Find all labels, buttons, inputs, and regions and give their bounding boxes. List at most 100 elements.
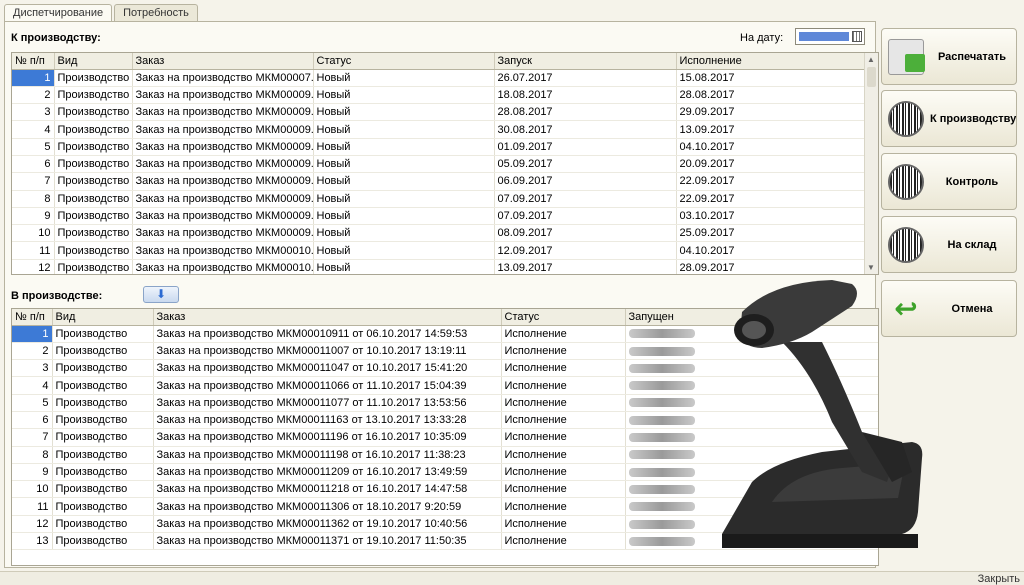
table-row[interactable]: 8 Производство Заказ на производство МКМ00… bbox=[12, 190, 867, 208]
table-cell: 13.09.2017 bbox=[676, 120, 867, 139]
blurred-value bbox=[628, 346, 695, 356]
table-cell: 05.09.2017 bbox=[494, 155, 677, 174]
table-cell: Заказ на производство МКМ00009... bbox=[132, 155, 314, 174]
close-link[interactable]: Закрыть bbox=[978, 573, 1020, 585]
table-cell: Заказ на производство МКМ00010... bbox=[132, 241, 314, 260]
table-cell: 11 bbox=[12, 241, 55, 260]
column-header[interactable]: Заказ bbox=[132, 53, 314, 70]
column-header[interactable]: Статус bbox=[501, 309, 626, 326]
table-row[interactable]: 4 Производство Заказ на производство МКМ00… bbox=[12, 120, 867, 139]
tab-demand[interactable]: Потребность bbox=[114, 4, 198, 22]
blurred-value bbox=[628, 381, 695, 391]
table-row[interactable]: 2 Производство Заказ на производство МКМ00… bbox=[12, 86, 867, 105]
table-cell: Новый bbox=[313, 155, 495, 174]
scroll-up-icon[interactable]: ▲ bbox=[867, 55, 875, 64]
column-header[interactable]: Статус bbox=[313, 53, 495, 70]
column-header[interactable]: № п/п bbox=[12, 53, 55, 70]
vertical-scrollbar[interactable]: ▲ ▼ bbox=[864, 53, 878, 274]
table-cell: 25.09.2017 bbox=[676, 224, 867, 243]
column-header[interactable]: Вид bbox=[52, 309, 154, 326]
table-cell: 5 bbox=[12, 394, 53, 412]
table-cell: Производство bbox=[52, 359, 154, 378]
table-cell: Исполнение bbox=[501, 515, 626, 534]
table-cell: 07.09.2017 bbox=[494, 207, 677, 226]
table-cell: Производство bbox=[54, 259, 133, 274]
table-row[interactable]: 6 Производство Заказ на производство МКМ00… bbox=[12, 155, 867, 174]
table-cell: Исполнение bbox=[501, 428, 626, 447]
table-cell: Новый bbox=[313, 120, 495, 139]
table-cell: 08.09.2017 bbox=[494, 224, 677, 243]
barcode-scanner-image bbox=[722, 280, 923, 548]
table-cell: 8 bbox=[12, 190, 55, 208]
table-cell: Производство bbox=[52, 480, 154, 499]
to-production-button[interactable]: К производству bbox=[881, 90, 1017, 147]
table-cell: 4 bbox=[12, 120, 55, 139]
table-cell: 6 bbox=[12, 411, 53, 430]
blurred-value bbox=[628, 363, 695, 373]
table-cell: Производство bbox=[52, 428, 154, 447]
table-row[interactable]: 11 Производство Заказ на производство МКМ0… bbox=[12, 241, 867, 260]
table-cell: 1 bbox=[12, 69, 55, 87]
table-row[interactable]: 5 Производство Заказ на производство МКМ00… bbox=[12, 138, 867, 156]
table-cell: 12 bbox=[12, 259, 55, 274]
to-production-title: К производству: bbox=[11, 32, 101, 44]
scroll-thumb[interactable] bbox=[867, 67, 876, 87]
table-cell: Производство bbox=[54, 86, 133, 105]
barcode-icon bbox=[888, 101, 924, 137]
table-cell: 11 bbox=[12, 497, 53, 516]
table-cell: Производство bbox=[52, 497, 154, 516]
table-cell: Новый bbox=[313, 241, 495, 260]
table-cell: Заказ на производство МКМ00011306 от 18.… bbox=[153, 497, 502, 516]
table-cell: 26.07.2017 bbox=[494, 69, 677, 87]
table-row[interactable]: 1 Производство Заказ на производство МКМ00… bbox=[12, 69, 867, 87]
date-field[interactable] bbox=[795, 28, 865, 45]
table-row[interactable]: 9 Производство Заказ на производство МКМ00… bbox=[12, 207, 867, 226]
calendar-icon[interactable] bbox=[852, 31, 862, 42]
column-header[interactable]: № п/п bbox=[12, 309, 53, 326]
table-cell: Заказ на производство МКМ00011198 от 16.… bbox=[153, 446, 502, 464]
blurred-value bbox=[628, 450, 695, 460]
table-row[interactable]: 7 Производство Заказ на производство МКМ00… bbox=[12, 172, 867, 191]
table-cell: Заказ на производство МКМ00010911 от 06.… bbox=[153, 325, 502, 343]
table-cell: Исполнение bbox=[501, 359, 626, 378]
to-production-table[interactable]: № п/п Вид Заказ Статус Запуск Исполнение 1 Про… bbox=[11, 52, 879, 275]
table-cell: 22.09.2017 bbox=[676, 190, 867, 208]
table-cell: Исполнение bbox=[501, 394, 626, 412]
column-header[interactable]: Вид bbox=[54, 53, 133, 70]
column-header[interactable]: Заказ bbox=[153, 309, 502, 326]
table-cell: 10 bbox=[12, 224, 55, 243]
table-cell: Заказ на производство МКМ00011163 от 13.… bbox=[153, 411, 502, 430]
table-cell: Заказ на производство МКМ00009... bbox=[132, 138, 314, 156]
table-cell: 28.08.2017 bbox=[676, 86, 867, 105]
table-cell: 29.09.2017 bbox=[676, 103, 867, 122]
table-row[interactable]: 3 Производство Заказ на производство МКМ00… bbox=[12, 103, 867, 122]
table-cell: 04.10.2017 bbox=[676, 138, 867, 156]
table-cell: Заказ на производство МКМ00007... bbox=[132, 69, 314, 87]
print-label: Распечатать bbox=[937, 51, 1007, 63]
column-header[interactable]: Запуск bbox=[494, 53, 677, 70]
table-cell: Исполнение bbox=[501, 446, 626, 464]
table-cell: Исполнение bbox=[501, 342, 626, 361]
table-cell: Новый bbox=[313, 69, 495, 87]
to-warehouse-button[interactable]: На склад bbox=[881, 216, 1017, 273]
table-cell: Заказ на производство МКМ00011066 от 11.… bbox=[153, 376, 502, 395]
table-cell: Производство bbox=[54, 241, 133, 260]
table-cell: Производство bbox=[54, 155, 133, 174]
table-row[interactable]: 10 Производство Заказ на производство МКМ0… bbox=[12, 224, 867, 243]
table-cell: 10 bbox=[12, 480, 53, 499]
move-down-button[interactable]: ⬇ bbox=[143, 286, 179, 303]
print-button[interactable]: Распечатать bbox=[881, 28, 1017, 85]
table-cell: Заказ на производство МКМ00009... bbox=[132, 207, 314, 226]
control-button[interactable]: Контроль bbox=[881, 153, 1017, 210]
table-cell: Заказ на производство МКМ00009... bbox=[132, 224, 314, 243]
table-cell: 2 bbox=[12, 86, 55, 105]
blurred-value bbox=[628, 536, 695, 546]
table-cell: Новый bbox=[313, 207, 495, 226]
column-header[interactable]: Исполнение bbox=[676, 53, 867, 70]
table-cell: Исполнение bbox=[501, 532, 626, 551]
blurred-value bbox=[628, 329, 695, 339]
table-cell: 6 bbox=[12, 155, 55, 174]
table-cell: 9 bbox=[12, 207, 55, 226]
scroll-down-icon[interactable]: ▼ bbox=[867, 263, 875, 272]
table-cell: 18.08.2017 bbox=[494, 86, 677, 105]
